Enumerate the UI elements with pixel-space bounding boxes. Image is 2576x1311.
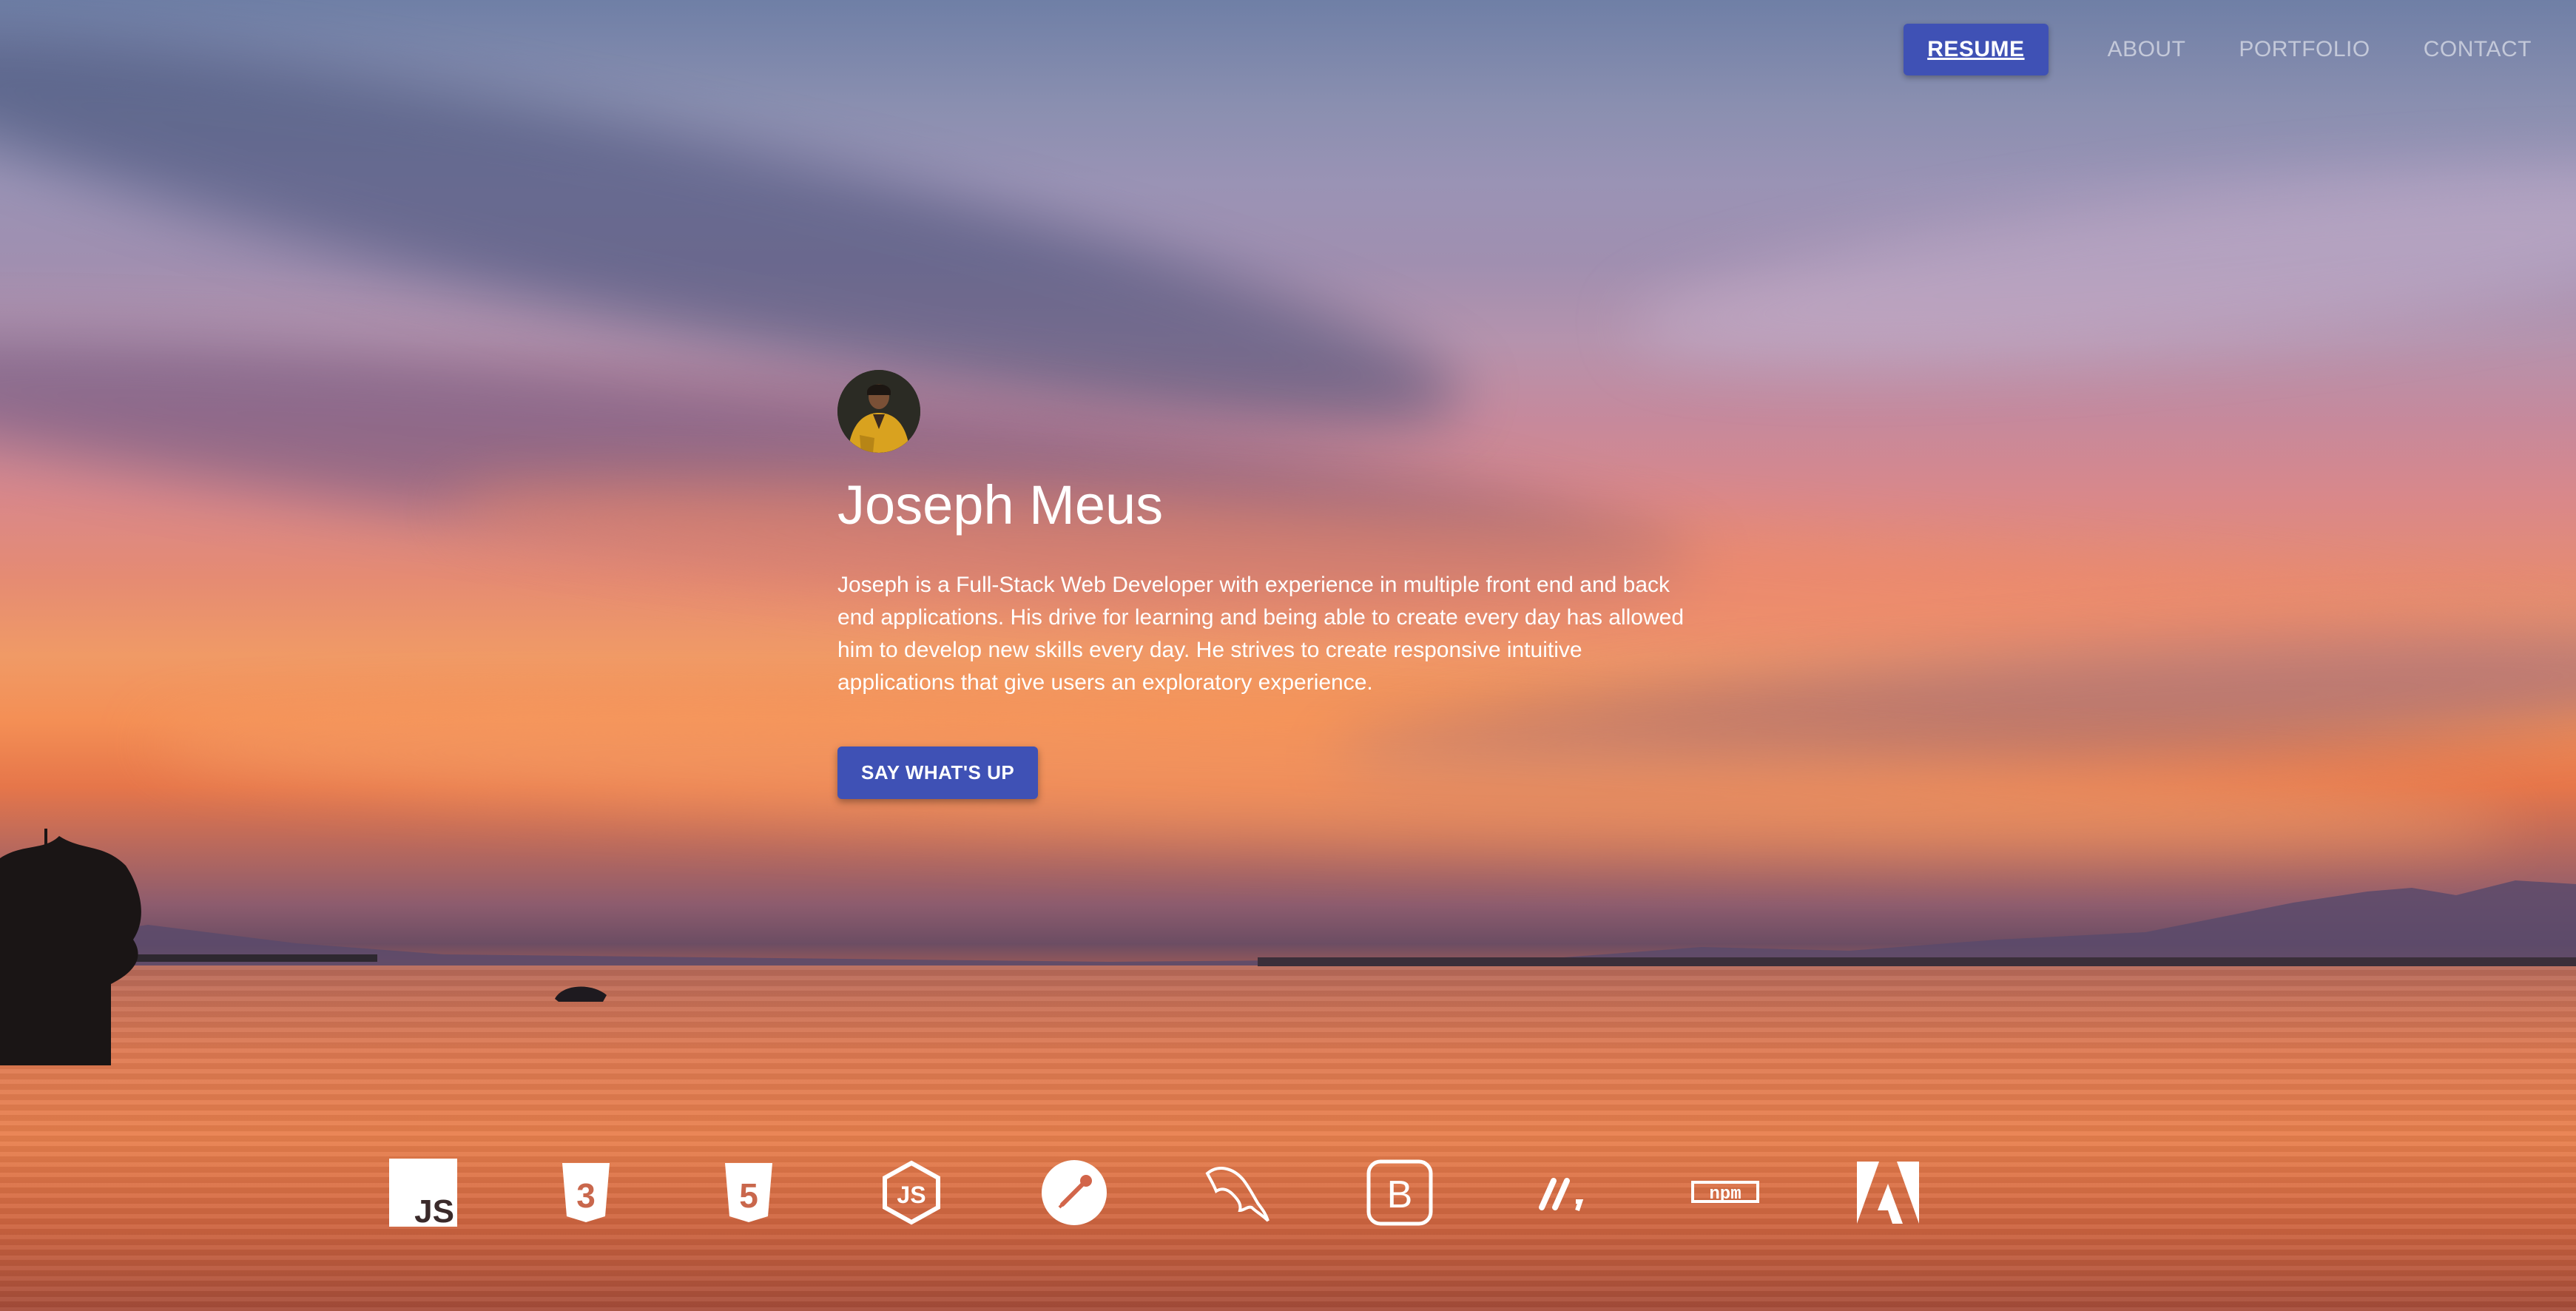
css3-icon: 3 bbox=[552, 1159, 620, 1227]
html5-icon: 5 bbox=[715, 1159, 783, 1227]
hero-section: Joseph Meus Joseph is a Full-Stack Web D… bbox=[837, 370, 1696, 800]
mysql-icon bbox=[1203, 1159, 1271, 1227]
avatar bbox=[837, 370, 920, 453]
boat-silhouette bbox=[555, 986, 607, 1002]
nav-portfolio-link[interactable]: PORTFOLIO bbox=[2216, 25, 2392, 74]
express-icon bbox=[1528, 1159, 1596, 1227]
top-nav: RESUME ABOUT PORTFOLIO CONTACT bbox=[1895, 24, 2554, 75]
shoreline bbox=[111, 954, 2576, 966]
tech-icon-row: JS 3 5 JS B npm bbox=[389, 1159, 1922, 1227]
svg-text:JS: JS bbox=[897, 1182, 925, 1208]
nav-resume-button[interactable]: RESUME bbox=[1904, 24, 2049, 75]
svg-text:5: 5 bbox=[739, 1176, 758, 1215]
nav-about-link[interactable]: ABOUT bbox=[2086, 25, 2208, 74]
nav-contact-link[interactable]: CONTACT bbox=[2401, 25, 2554, 74]
npm-icon: npm bbox=[1691, 1159, 1759, 1227]
svg-text:JS: JS bbox=[414, 1193, 454, 1227]
svg-text:3: 3 bbox=[576, 1176, 596, 1215]
hero-name: Joseph Meus bbox=[837, 474, 1164, 536]
adobe-icon bbox=[1854, 1159, 1922, 1227]
trees-silhouette bbox=[0, 829, 141, 1065]
nodejs-icon: JS bbox=[877, 1159, 945, 1227]
say-whats-up-button[interactable]: SAY WHAT'S UP bbox=[837, 747, 1039, 800]
page: RESUME ABOUT PORTFOLIO CONTACT Joseph Me… bbox=[0, 0, 2576, 1311]
bootstrap-icon: B bbox=[1366, 1159, 1434, 1227]
profile-photo bbox=[837, 370, 920, 453]
svg-text:B: B bbox=[1387, 1173, 1413, 1216]
javascript-icon: JS bbox=[389, 1159, 457, 1227]
water-ripples bbox=[0, 965, 2576, 1311]
svg-text:npm: npm bbox=[1709, 1184, 1741, 1204]
hero-bio: Joseph is a Full-Stack Web Developer wit… bbox=[837, 573, 1685, 695]
cloud-streak bbox=[1622, 130, 2576, 402]
postman-icon bbox=[1040, 1159, 1108, 1227]
